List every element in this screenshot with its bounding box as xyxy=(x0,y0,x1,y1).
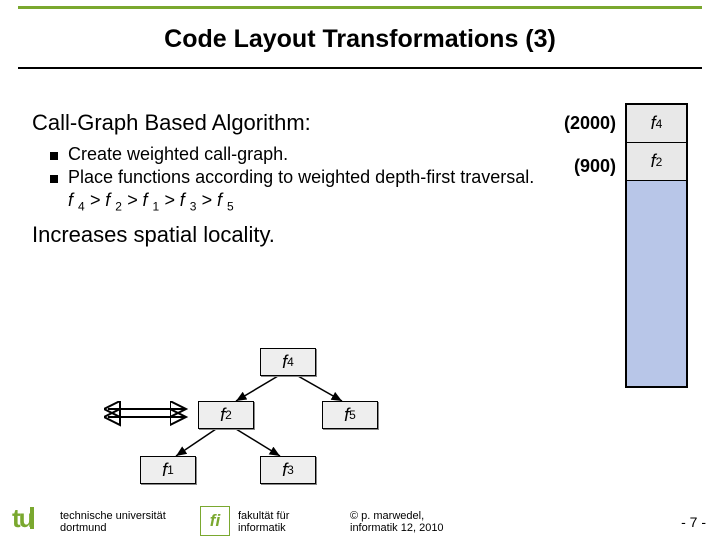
node-f1: f1 xyxy=(140,456,196,484)
bullet-icon xyxy=(50,152,58,160)
copyright: © p. marwedel,informatik 12, 2010 xyxy=(350,510,444,534)
double-arrow-icon xyxy=(100,398,194,428)
tu-logo: tu xyxy=(12,503,34,534)
mem-cell: f2 xyxy=(627,143,686,181)
node-f3: f3 xyxy=(260,456,316,484)
bullet-text: Place functions according to weighted de… xyxy=(68,167,534,188)
bullet-icon xyxy=(50,175,58,183)
weight-label: (2000) xyxy=(564,113,616,134)
weight-label: (900) xyxy=(574,156,616,177)
function-order: f 4 > f 2 > f 1 > f 3 > f 5 xyxy=(68,190,688,214)
top-rule xyxy=(18,6,702,9)
footer: tu technische universitätdortmund fi fak… xyxy=(0,498,720,536)
node-f4: f4 xyxy=(260,348,316,376)
node-f2: f2 xyxy=(198,401,254,429)
increase-text: Increases spatial locality. xyxy=(32,222,688,248)
faculty: fakultät fürinformatik xyxy=(238,510,289,534)
mem-cell: f4 xyxy=(627,105,686,143)
university-name: technische universitätdortmund xyxy=(60,510,166,534)
node-f5: f5 xyxy=(322,401,378,429)
fi-logo: fi xyxy=(200,506,230,536)
mid-rule xyxy=(18,67,702,69)
slide-title: Code Layout Transformations (3) xyxy=(0,25,720,54)
bullet-text: Create weighted call-graph. xyxy=(68,144,288,165)
page-number: - 7 - xyxy=(681,514,706,530)
memory-column: f4 f2 xyxy=(625,103,688,388)
call-graph: f4 f2 f5 f1 f3 xyxy=(110,348,450,508)
